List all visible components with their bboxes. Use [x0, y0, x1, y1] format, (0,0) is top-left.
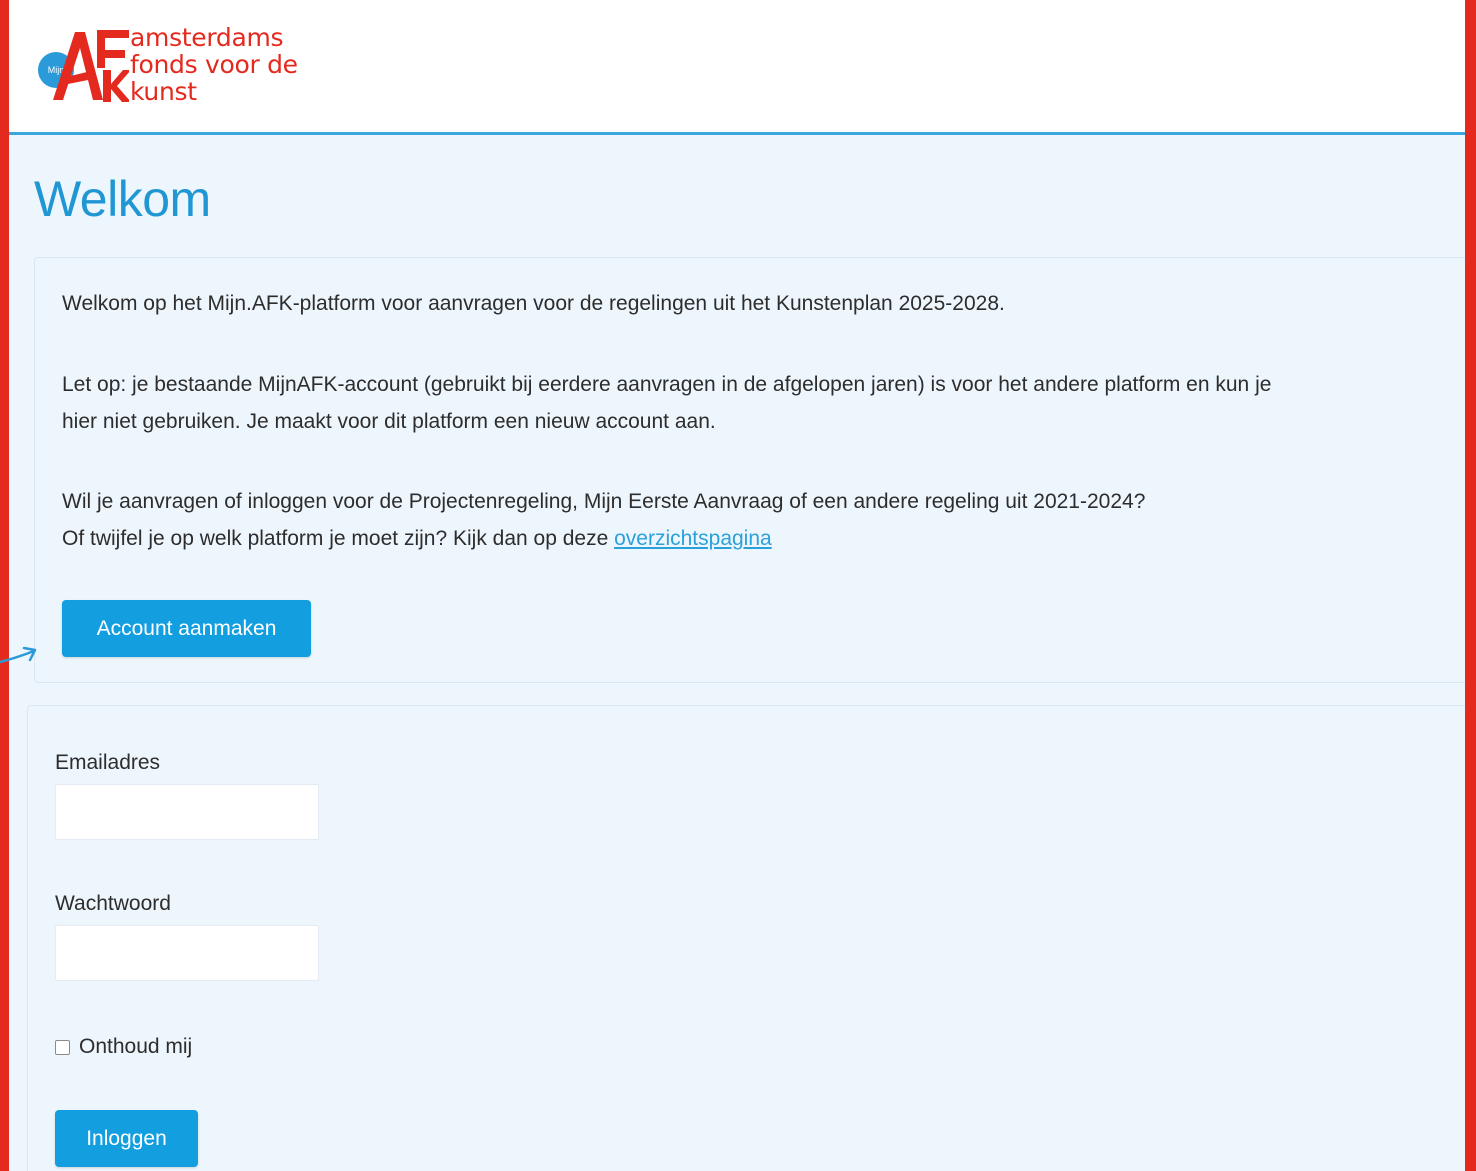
logo-wordmark: amsterdams fonds voor de kunst	[130, 24, 298, 105]
intro-paragraph-2-line-2: hier niet gebruiken. Je maakt voor dit p…	[62, 410, 716, 433]
password-field[interactable]	[55, 925, 319, 981]
overview-page-link[interactable]: overzichtspagina	[614, 527, 772, 550]
intro-paragraph-2: Let op: je bestaande MijnAFK-account (ge…	[62, 366, 1462, 440]
login-button[interactable]: Inloggen	[55, 1110, 198, 1167]
site-header: Mijn amsterdams fonds voor de kunst	[9, 0, 1465, 135]
intro-paragraph-3: Wil je aanvragen of inloggen voor de Pro…	[62, 483, 1462, 557]
remember-me-label: Onthoud mij	[79, 1035, 193, 1058]
checkbox-icon[interactable]	[55, 1039, 70, 1055]
logo-line-3: kunst	[130, 77, 197, 106]
page-title: Welkom	[34, 171, 211, 227]
intro-paragraph-3-line-1: Wil je aanvragen of inloggen voor de Pro…	[62, 490, 1146, 513]
intro-paragraph-2-line-1: Let op: je bestaande MijnAFK-account (ge…	[62, 373, 1272, 396]
intro-card: Welkom op het Mijn.AFK-platform voor aan…	[34, 257, 1465, 683]
remember-me-row[interactable]: Onthoud mij	[55, 1034, 192, 1060]
intro-paragraph-1: Welkom op het Mijn.AFK-platform voor aan…	[62, 292, 1005, 315]
email-field[interactable]	[55, 784, 319, 840]
create-account-button[interactable]: Account aanmaken	[62, 600, 311, 657]
logo-line-2: fonds voor de	[130, 50, 298, 79]
email-label: Emailadres	[55, 751, 161, 774]
arrow-right-icon	[0, 646, 37, 664]
afk-logo[interactable]: Mijn amsterdams fonds voor de kunst	[33, 22, 333, 112]
page-frame: Mijn amsterdams fonds voor de kunst Welk…	[9, 0, 1465, 1171]
afk-logo-mark-icon: Mijn	[38, 30, 129, 102]
logo-line-1: amsterdams	[130, 23, 284, 52]
login-form: Emailadres Wachtwoord Onthoud mij Inlogg…	[27, 705, 1465, 1171]
password-label: Wachtwoord	[55, 892, 171, 915]
intro-paragraph-3-line-2: Of twijfel je op welk platform je moet z…	[62, 527, 609, 550]
